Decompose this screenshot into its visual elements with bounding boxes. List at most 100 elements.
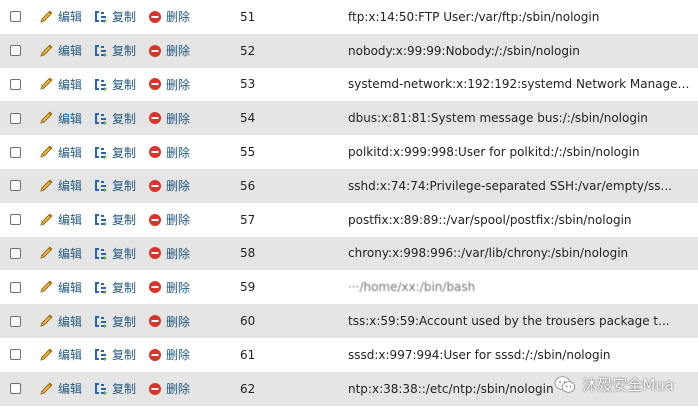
- copy-button[interactable]: 复制: [93, 8, 136, 25]
- delete-label: 删除: [166, 44, 191, 59]
- copy-icon: [95, 349, 107, 362]
- edit-button[interactable]: 编辑: [38, 177, 82, 194]
- delete-button[interactable]: 删除: [148, 211, 190, 228]
- copy-icon: [95, 11, 107, 24]
- row-checkbox[interactable]: [10, 180, 21, 192]
- edit-label: 编辑: [58, 111, 83, 126]
- copy-button[interactable]: 复制: [93, 110, 136, 127]
- edit-button[interactable]: 编辑: [38, 245, 82, 262]
- row-checkbox[interactable]: [10, 214, 21, 226]
- delete-button[interactable]: 删除: [148, 76, 190, 93]
- row-checkbox[interactable]: [10, 78, 21, 90]
- copy-label: 复制: [112, 314, 137, 329]
- delete-button[interactable]: 删除: [148, 346, 190, 363]
- edit-label: 编辑: [58, 348, 83, 363]
- row-id: 52: [240, 43, 256, 58]
- copy-button[interactable]: 复制: [93, 380, 136, 397]
- pencil-icon: [40, 44, 53, 57]
- row-checkbox[interactable]: [10, 315, 21, 327]
- delete-icon: [149, 315, 161, 328]
- edit-button[interactable]: 编辑: [38, 313, 82, 330]
- copy-label: 复制: [112, 179, 137, 194]
- table-row: 编辑 复制 删除 57 postfix:x:89:89::/var/spool/…: [0, 202, 698, 237]
- table-row: 编辑 复制 删除 55 polkitd:x:999:998:User for p…: [0, 135, 698, 169]
- delete-label: 删除: [166, 145, 191, 160]
- delete-button[interactable]: 删除: [148, 42, 190, 59]
- edit-label: 编辑: [58, 179, 83, 194]
- delete-label: 删除: [166, 179, 191, 194]
- row-id: 55: [240, 145, 256, 160]
- copy-icon: [95, 78, 107, 91]
- row-value: postfix:x:89:89::/var/spool/postfix:/sbi…: [348, 212, 632, 227]
- copy-label: 复制: [112, 111, 137, 126]
- copy-button[interactable]: 复制: [93, 76, 136, 93]
- delete-button[interactable]: 删除: [148, 144, 190, 161]
- row-checkbox[interactable]: [10, 45, 21, 57]
- pencil-icon: [40, 314, 53, 327]
- delete-label: 删除: [166, 10, 191, 25]
- wechat-icon: [554, 375, 576, 393]
- edit-button[interactable]: 编辑: [38, 144, 82, 161]
- copy-label: 复制: [112, 44, 137, 59]
- delete-icon: [149, 382, 161, 395]
- edit-button[interactable]: 编辑: [38, 346, 82, 363]
- edit-button[interactable]: 编辑: [38, 8, 82, 25]
- row-value: sssd:x:997:994:User for sssd:/:/sbin/nol…: [348, 347, 611, 362]
- delete-icon: [149, 348, 161, 361]
- edit-label: 编辑: [58, 246, 83, 261]
- row-checkbox[interactable]: [10, 112, 21, 124]
- row-checkbox[interactable]: [10, 383, 21, 395]
- delete-button[interactable]: 删除: [148, 279, 190, 296]
- row-checkbox[interactable]: [10, 247, 21, 259]
- row-value: sshd:x:74:74:Privilege-separated SSH:/va…: [348, 178, 672, 193]
- row-checkbox[interactable]: [10, 146, 21, 158]
- delete-icon: [149, 146, 161, 159]
- edit-button[interactable]: 编辑: [38, 76, 82, 93]
- delete-button[interactable]: 删除: [148, 8, 190, 25]
- pencil-icon: [40, 213, 53, 226]
- row-value: ftp:x:14:50:FTP User:/var/ftp:/sbin/nolo…: [348, 9, 600, 24]
- delete-button[interactable]: 删除: [148, 313, 190, 330]
- edit-label: 编辑: [58, 314, 83, 329]
- delete-button[interactable]: 删除: [148, 380, 190, 397]
- table-row: 编辑 复制 删除 54 dbus:x:81:81:System message …: [0, 101, 698, 136]
- row-checkbox[interactable]: [10, 11, 21, 23]
- delete-button[interactable]: 删除: [148, 245, 190, 262]
- copy-label: 复制: [112, 382, 137, 397]
- edit-button[interactable]: 编辑: [38, 211, 82, 228]
- edit-button[interactable]: 编辑: [38, 42, 82, 59]
- edit-button[interactable]: 编辑: [38, 279, 82, 296]
- delete-label: 删除: [166, 246, 191, 261]
- copy-button[interactable]: 复制: [93, 346, 136, 363]
- copy-label: 复制: [112, 10, 137, 25]
- row-id: 57: [240, 212, 256, 227]
- copy-button[interactable]: 复制: [93, 211, 136, 228]
- table-row: 编辑 复制 删除 58 chrony:x:998:996::/var/lib/c…: [0, 236, 698, 271]
- pencil-icon: [40, 10, 53, 23]
- pencil-icon: [40, 111, 53, 124]
- edit-button[interactable]: 编辑: [38, 110, 82, 127]
- table-row: 编辑 复制 删除 52 nobody:x:99:99:Nobody:/:/sbi…: [0, 33, 698, 68]
- edit-label: 编辑: [58, 10, 83, 25]
- row-checkbox[interactable]: [10, 349, 21, 361]
- delete-label: 删除: [166, 280, 191, 295]
- copy-button[interactable]: 复制: [93, 177, 136, 194]
- copy-button[interactable]: 复制: [93, 279, 136, 296]
- copy-button[interactable]: 复制: [93, 144, 136, 161]
- copy-button[interactable]: 复制: [93, 245, 136, 262]
- edit-label: 编辑: [58, 382, 83, 397]
- pencil-icon: [40, 382, 53, 395]
- copy-icon: [95, 214, 107, 227]
- delete-button[interactable]: 删除: [148, 110, 190, 127]
- row-id: 56: [240, 178, 256, 193]
- delete-button[interactable]: 删除: [148, 177, 190, 194]
- copy-button[interactable]: 复制: [93, 42, 136, 59]
- data-table: 编辑 复制 删除 51 ftp:x:14:50:FTP User:/var/ft…: [0, 0, 698, 411]
- copy-icon: [95, 383, 107, 396]
- row-id: 59: [240, 280, 256, 295]
- copy-button[interactable]: 复制: [93, 313, 136, 330]
- row-checkbox[interactable]: [10, 281, 21, 293]
- row-value: nobody:x:99:99:Nobody:/:/sbin/nologin: [348, 43, 580, 58]
- copy-icon: [95, 180, 107, 193]
- edit-button[interactable]: 编辑: [38, 380, 82, 397]
